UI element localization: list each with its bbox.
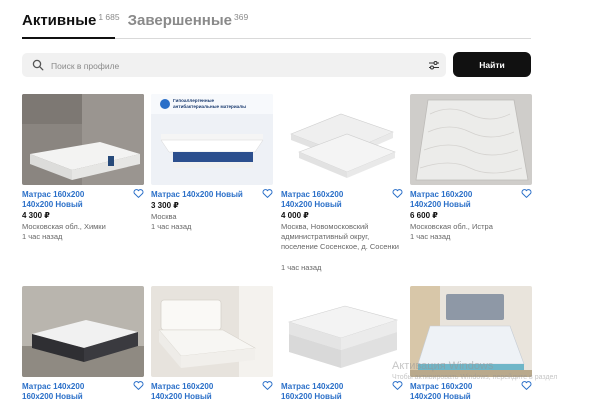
watermark-title: Активация Windows (392, 360, 494, 372)
favorite-heart-icon[interactable] (521, 188, 532, 199)
search-icon (32, 59, 44, 71)
listing-title-line1: Матрас 160x200 (22, 190, 85, 199)
listing-title-line2: 160x200 Новый (22, 392, 83, 401)
listing-price: 4 000 ₽ (281, 211, 309, 220)
watermark-subtitle: Чтобы активировать Windows, перейдите в … (392, 374, 558, 381)
listing-title-line2: 140x200 Новый (410, 200, 471, 209)
filter-settings-icon[interactable] (428, 59, 440, 71)
listing-photo[interactable] (22, 286, 144, 377)
listing-title[interactable]: Матрас 160x200 140x200 Новый (281, 190, 389, 210)
listing-title[interactable]: Матрас 160x200 140x200 Новый (410, 190, 518, 210)
listing-title-line1: Матрас 160x200 (151, 382, 214, 391)
listing-photo[interactable]: Гипоаллергенные антибактериальные матери… (151, 94, 273, 185)
listing-title-line1: Матрас 140x200 (281, 382, 344, 391)
tab-completed-count: 369 (234, 12, 249, 22)
listing-title-line2: 140x200 Новый (22, 200, 83, 209)
listing-price: 6 600 ₽ (410, 211, 438, 220)
tab-completed-label: Завершенные (127, 12, 233, 29)
listing-title[interactable]: Матрас 160x200 140x200 Новый (151, 382, 259, 402)
listing-title[interactable]: Матрас 140x200 160x200 Новый (22, 382, 130, 402)
favorite-heart-icon[interactable] (133, 188, 144, 199)
favorite-heart-icon[interactable] (262, 380, 273, 391)
listing-title-line2: 160x200 Новый (281, 392, 342, 401)
listing-title-line1: Матрас 160x200 (410, 190, 473, 199)
listing-photo[interactable] (281, 286, 403, 377)
tab-completed[interactable]: Завершенные 369 (128, 10, 249, 32)
windows-activation-watermark: Активация Windows Чтобы активировать Win… (392, 360, 589, 383)
listing-title-line1: Матрас 160x200 (410, 382, 473, 391)
listing-photo[interactable] (281, 94, 403, 185)
listing-title-line2: 140x200 Новый (151, 392, 212, 401)
listing-title-line2: 140x200 Новый (281, 200, 342, 209)
photo-banner-line1: Гипоаллергенные (173, 98, 215, 103)
listing-photo[interactable] (410, 94, 532, 185)
listing-title-line2: 140x200 Новый (410, 392, 471, 401)
listing-location: Московская обл., Истра (410, 222, 493, 231)
listing-title-line1: Матрас 160x200 (281, 190, 344, 199)
status-tabs: Активные 1 685 Завершенные 369 (22, 10, 256, 32)
listing-price: 3 300 ₽ (151, 201, 179, 210)
listing-time: 1 час назад (410, 232, 451, 241)
listing-price: 4 300 ₽ (22, 211, 50, 220)
favorite-heart-icon[interactable] (133, 380, 144, 391)
listing-photo[interactable] (22, 94, 144, 185)
listing-title[interactable]: Матрас 140x200 160x200 Новый (281, 382, 389, 402)
listing-title[interactable]: Матрас 160x200 140x200 Новый (410, 382, 518, 402)
active-tab-indicator (22, 37, 115, 39)
listing-title-line1: Матрас 140x200 Новый (151, 190, 243, 199)
listing-title[interactable]: Матрас 140x200 Новый (151, 190, 259, 200)
listing-photo[interactable] (151, 286, 273, 377)
favorite-heart-icon[interactable] (392, 188, 403, 199)
tab-active-count: 1 685 (98, 12, 120, 22)
listing-location: Москва (151, 212, 177, 221)
tab-active-label: Активные (22, 12, 97, 29)
tab-active[interactable]: Активные 1 685 (22, 10, 120, 32)
profile-search-input[interactable] (49, 56, 413, 76)
listing-location: Московская обл., Химки (22, 222, 106, 231)
listing-time: 1 час назад (22, 232, 63, 241)
profile-search-bar (22, 53, 446, 77)
favorite-heart-icon[interactable] (262, 188, 273, 199)
listing-title-line1: Матрас 140x200 (22, 382, 85, 391)
listing-location: Москва, Новомосковский административный … (281, 222, 399, 251)
listing-time: 1 час назад (151, 222, 192, 231)
find-button[interactable]: Найти (453, 52, 531, 77)
listing-time: 1 час назад (281, 263, 322, 272)
listing-title[interactable]: Матрас 160x200 140x200 Новый (22, 190, 130, 210)
photo-banner-line2: антибактериальные материалы (173, 103, 246, 109)
